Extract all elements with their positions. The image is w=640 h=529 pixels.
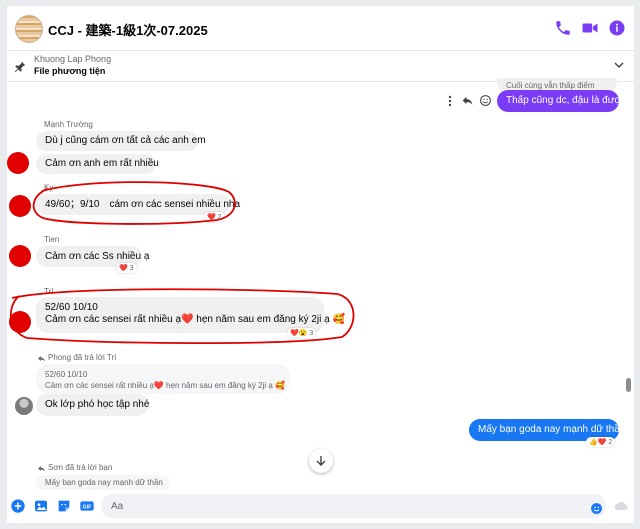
scroll-down-icon [316,456,326,466]
emoji-icon[interactable] [590,502,603,515]
chat-window: CCJ - 建築-1級1次-07.2025 Khuong Lap Phong F… [7,6,634,523]
reaction-badge[interactable]: 👍❤️ 2 [586,437,616,447]
chat-title[interactable]: CCJ - 建築-1級1次-07.2025 [48,20,208,39]
phone-icon[interactable] [554,19,572,37]
reply-label: Phong đã trả lời Trí [48,353,117,362]
group-avatar[interactable] [15,15,43,43]
message-composer: GIF [7,490,634,523]
more-icon[interactable] [445,95,455,107]
pin-icon [14,61,26,73]
video-icon[interactable] [581,19,599,37]
quoted-line: 52/60 10/10 [45,370,88,379]
plus-icon[interactable] [10,498,26,514]
message-bubble[interactable]: Ok lớp phó học tập nhé [36,394,149,416]
pinned-sender: Khuong Lap Phong [34,54,112,64]
reaction-badge[interactable]: ❤️😮 3 [287,328,317,338]
svg-text:GIF: GIF [83,504,93,510]
sender-name: Tien [44,235,60,244]
reply-icon [38,355,45,362]
avatar-redacted [9,311,31,333]
message-line: 52/60 10/10 [45,302,98,313]
sender-name: Trí [44,287,54,296]
scrollbar-thumb[interactable] [626,378,631,392]
reaction-badge[interactable]: ❤️ 2 [204,212,225,222]
message-input[interactable] [101,494,606,518]
quoted-message[interactable]: Mấy bạn goda nay mạnh dữ thần [36,475,170,491]
scroll-down-button[interactable] [309,449,333,473]
gif-icon[interactable]: GIF [79,498,95,514]
quoted-message[interactable]: 52/60 10/10 Cảm ơn các sensei rất nhiều … [36,364,290,394]
reply-icon[interactable] [461,94,474,107]
reaction-badge[interactable]: ❤️ 3 [116,263,137,273]
sender-name: Ky [44,183,54,192]
chevron-down-icon[interactable] [614,60,624,70]
image-icon[interactable] [33,498,49,514]
avatar-redacted [9,195,31,217]
message-bubble[interactable]: Cảm ơn anh em rất nhiều [36,154,159,174]
pinned-label: File phương tiện [34,66,106,76]
message-bubble-multiline[interactable]: 52/60 10/10 Cảm ơn các sensei rất nhiều … [36,297,345,333]
cloud-icon[interactable] [613,498,629,514]
reply-label: Sơn đã trả lời bạn [48,463,113,472]
message-line: Cảm ơn các sensei rất nhiều ạ❤️ hẹn năm … [45,314,345,325]
quoted-line: Cảm ơn các sensei rất nhiều ạ❤️ hẹn năm … [45,381,285,390]
message-bubble[interactable]: Dù j cũng cám ơn tất cả các anh em [36,131,206,151]
info-icon[interactable] [608,19,626,37]
chat-header: CCJ - 建築-1級1次-07.2025 [7,6,634,51]
avatar-redacted [7,152,29,174]
avatar-redacted [9,245,31,267]
reply-icon [38,465,45,472]
emoji-icon[interactable] [479,94,492,107]
avatar[interactable] [15,397,33,415]
my-message[interactable]: Thấp cũng dc, đậu là được [497,90,626,112]
sender-name: Mạnh Trường [44,120,93,129]
message-bubble[interactable]: 49/60；9/10 cám ơn các sensei nhiều nha [36,194,240,215]
sticker-icon[interactable] [56,498,72,514]
